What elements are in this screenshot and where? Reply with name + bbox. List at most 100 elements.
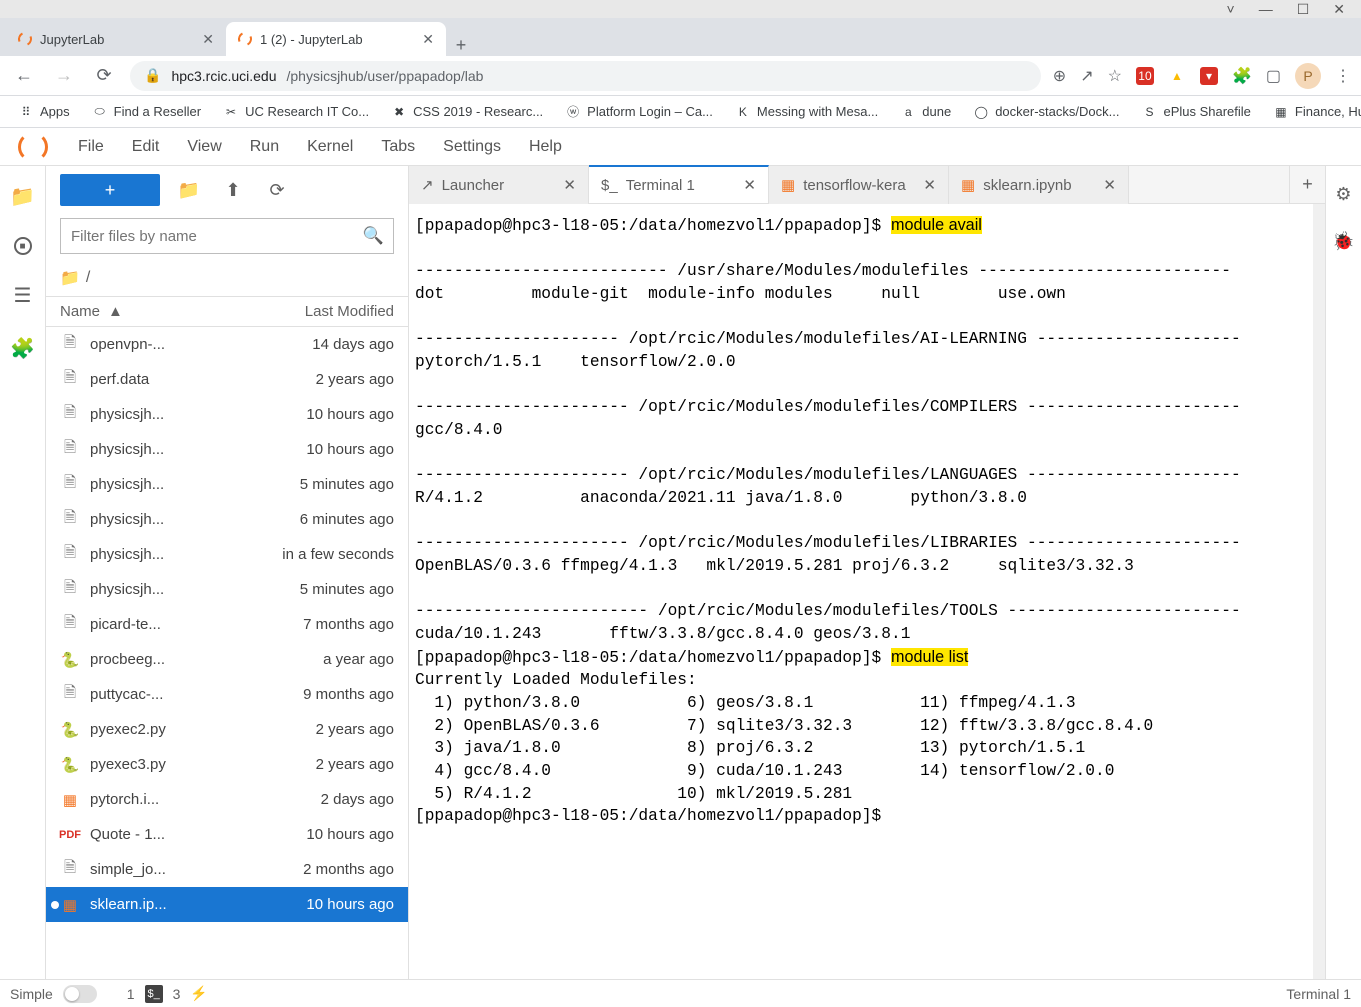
menu-file[interactable]: File [64, 132, 118, 161]
tab-close-icon[interactable]: ✕ [422, 31, 434, 48]
file-row[interactable]: 🗎physicsjh...10 hours ago [46, 432, 408, 467]
file-row[interactable]: 🗎physicsjh...5 minutes ago [46, 467, 408, 502]
bookmark-item[interactable]: ⠿Apps [10, 100, 78, 124]
file-modified: 2 years ago [244, 371, 394, 388]
property-inspector-icon[interactable]: ⚙ [1335, 184, 1351, 205]
file-row[interactable]: 🗎physicsjh...in a few seconds [46, 537, 408, 572]
menu-settings[interactable]: Settings [429, 132, 515, 161]
file-row[interactable]: ▦pytorch.i...2 days ago [46, 782, 408, 817]
reload-button[interactable]: ⟳ [90, 65, 118, 86]
modified-column-header[interactable]: Last Modified [244, 303, 394, 320]
side-panel-icon[interactable]: ▢ [1266, 66, 1281, 86]
file-row[interactable]: 🐍pyexec3.py2 years ago [46, 747, 408, 782]
window-controls: ˅ — ☐ ✕ [0, 0, 1361, 18]
file-name: pytorch.i... [90, 791, 234, 808]
upload-icon[interactable]: ⬆ [218, 180, 248, 201]
window-minimize[interactable]: — [1259, 1, 1273, 17]
extension-manager-icon[interactable]: 🧩 [10, 336, 35, 361]
window-chevron[interactable]: ˅ [1227, 1, 1235, 17]
bookmark-item[interactable]: ✂UC Research IT Co... [215, 100, 377, 124]
running-icon[interactable]: ■ [14, 237, 32, 255]
bookmark-item[interactable]: KMessing with Mesa... [727, 100, 886, 124]
bookmark-icon: ✂ [223, 104, 239, 120]
new-launcher-button[interactable]: + [60, 174, 160, 206]
url-field[interactable]: 🔒 hpc3.rcic.uci.edu/physicsjhub/user/ppa… [130, 61, 1041, 91]
dock-tab[interactable]: ▦tensorflow-kera✕ [769, 166, 949, 204]
tab-close-icon[interactable]: ✕ [923, 176, 936, 194]
main-work-area: ↗Launcher✕$_Terminal 1✕▦tensorflow-kera✕… [409, 166, 1325, 979]
menu-tabs[interactable]: Tabs [367, 132, 429, 161]
menu-dots-icon[interactable]: ⋮ [1335, 66, 1351, 86]
terminal-output[interactable]: [ppapadop@hpc3-l18-05:/data/homezvol1/pp… [409, 204, 1325, 979]
dock-tab[interactable]: ▦sklearn.ipynb✕ [949, 166, 1129, 204]
file-name: pyexec2.py [90, 721, 234, 738]
extensions-icon[interactable]: 🧩 [1232, 66, 1252, 86]
file-row[interactable]: 🗎picard-te...7 months ago [46, 607, 408, 642]
bookmark-label: Messing with Mesa... [757, 104, 878, 119]
folder-icon[interactable]: 📁 [10, 184, 35, 209]
file-row[interactable]: 🗎physicsjh...6 minutes ago [46, 502, 408, 537]
extension-icon[interactable]: 10 [1136, 67, 1154, 85]
tab-close-icon[interactable]: ✕ [743, 176, 756, 194]
file-file-icon: 🗎 [60, 332, 80, 357]
kernel-badge-icon: ⚡ [190, 985, 207, 1002]
browser-tab[interactable]: 1 (2) - JupyterLab ✕ [226, 22, 446, 56]
tab-icon: $_ [601, 177, 618, 194]
menu-run[interactable]: Run [236, 132, 293, 161]
add-tab-button[interactable]: + [1289, 166, 1325, 203]
file-modified: a year ago [244, 651, 394, 668]
file-row[interactable]: 🗎physicsjh...5 minutes ago [46, 572, 408, 607]
menu-edit[interactable]: Edit [118, 132, 174, 161]
menu-view[interactable]: View [173, 132, 235, 161]
bookmark-item[interactable]: ⬭Find a Reseller [84, 100, 209, 124]
new-tab-button[interactable]: + [446, 35, 476, 56]
file-row[interactable]: 🐍pyexec2.py2 years ago [46, 712, 408, 747]
terminal-scrollbar[interactable] [1313, 204, 1325, 979]
dock-tab[interactable]: ↗Launcher✕ [409, 166, 589, 204]
file-modified: in a few seconds [244, 546, 394, 563]
breadcrumb[interactable]: 📁 / [46, 264, 408, 296]
zoom-icon[interactable]: ⊕ [1053, 66, 1066, 86]
new-folder-icon[interactable]: 📁 [174, 180, 204, 201]
drive-icon[interactable]: ▲ [1168, 67, 1186, 85]
file-browser-toolbar: + 📁 ⬆ ⟳ [46, 166, 408, 214]
file-row[interactable]: 🗎puttycac-...9 months ago [46, 677, 408, 712]
browser-tab[interactable]: JupyterLab ✕ [6, 22, 226, 56]
file-list[interactable]: 🗎openvpn-...14 days ago🗎perf.data2 years… [46, 327, 408, 979]
bookmark-item[interactable]: ▦Finance, Human Re... [1265, 100, 1361, 124]
simple-toggle[interactable] [63, 985, 97, 1003]
tab-close-icon[interactable]: ✕ [1103, 176, 1116, 194]
file-row[interactable]: ▦sklearn.ip...10 hours ago [46, 887, 408, 922]
window-maximize[interactable]: ☐ [1297, 1, 1310, 18]
tab-close-icon[interactable]: ✕ [202, 31, 214, 48]
profile-avatar[interactable]: P [1295, 63, 1321, 89]
debugger-icon[interactable]: 🐞 [1332, 231, 1354, 252]
pdf-file-icon: PDF [60, 829, 80, 841]
share-icon[interactable]: ↗ [1080, 66, 1093, 86]
file-row[interactable]: 🗎physicsjh...10 hours ago [46, 397, 408, 432]
file-row[interactable]: 🗎simple_jo...2 months ago [46, 852, 408, 887]
bookmark-item[interactable]: ◯docker-stacks/Dock... [965, 100, 1127, 124]
back-button[interactable]: ← [10, 65, 38, 86]
bookmark-item[interactable]: ✖CSS 2019 - Researc... [383, 100, 551, 124]
menu-help[interactable]: Help [515, 132, 576, 161]
forward-button[interactable]: → [50, 65, 78, 86]
file-row[interactable]: 🐍procbeeg...a year ago [46, 642, 408, 677]
file-row[interactable]: 🗎perf.data2 years ago [46, 362, 408, 397]
name-column-header[interactable]: Name [60, 303, 100, 320]
menu-kernel[interactable]: Kernel [293, 132, 367, 161]
bookmark-item[interactable]: adune [892, 100, 959, 124]
bookmark-star-icon[interactable]: ☆ [1108, 66, 1122, 86]
pdf-ext-icon[interactable]: ▾ [1200, 67, 1218, 85]
tab-close-icon[interactable]: ✕ [563, 176, 576, 194]
file-row[interactable]: PDFQuote - 1...10 hours ago [46, 817, 408, 852]
bookmark-item[interactable]: ⓦPlatform Login – Ca... [557, 100, 721, 124]
bookmark-item[interactable]: SePlus Sharefile [1133, 100, 1258, 124]
refresh-icon[interactable]: ⟳ [262, 180, 292, 201]
filter-files-input[interactable] [60, 218, 394, 254]
window-close[interactable]: ✕ [1333, 1, 1345, 18]
toc-icon[interactable]: ☰ [14, 283, 32, 308]
file-row[interactable]: 🗎openvpn-...14 days ago [46, 327, 408, 362]
dock-tab[interactable]: $_Terminal 1✕ [589, 165, 769, 203]
file-name: physicsjh... [90, 406, 234, 423]
